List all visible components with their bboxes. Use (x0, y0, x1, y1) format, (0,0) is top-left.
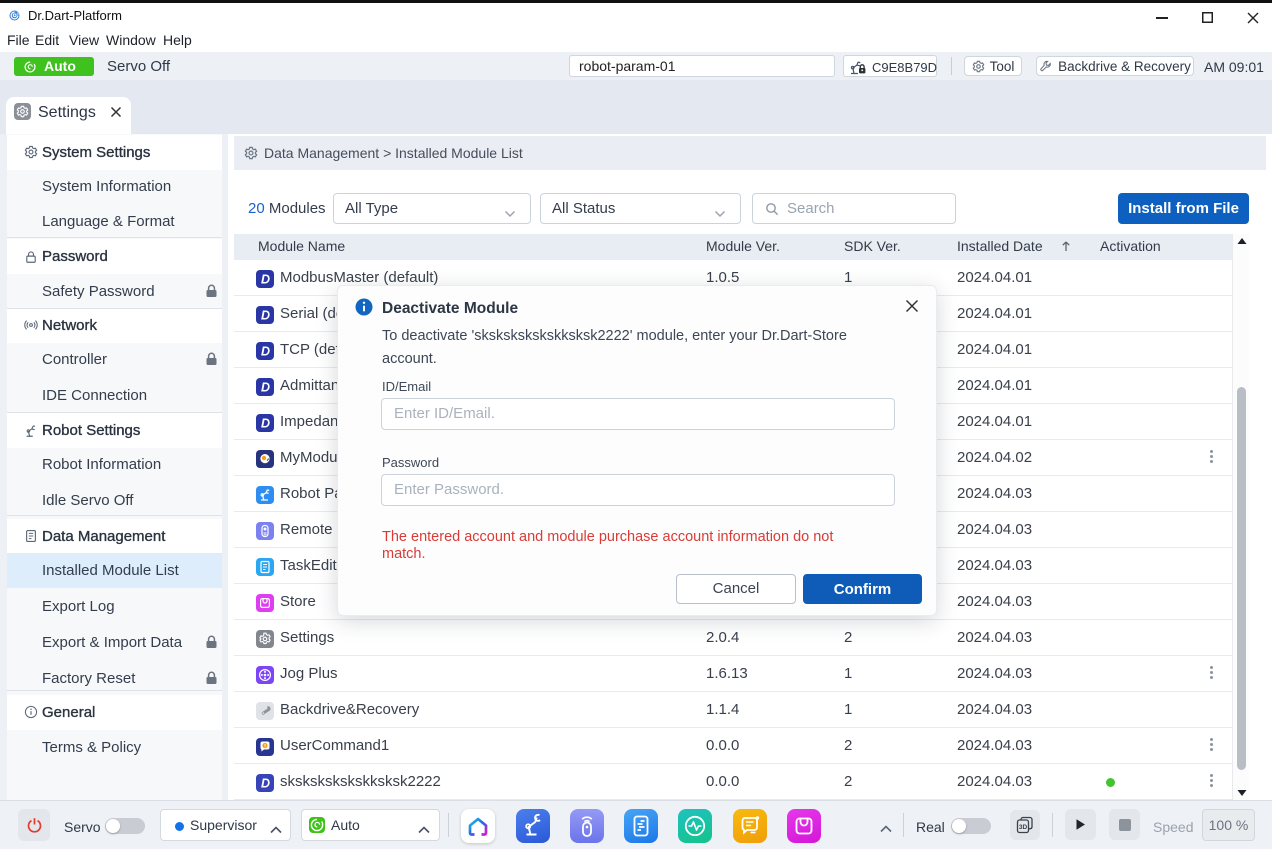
svg-text:D: D (261, 777, 270, 791)
svg-text:D: D (261, 345, 270, 359)
svg-text:3D: 3D (1019, 824, 1028, 831)
svg-text:D: D (261, 417, 270, 431)
svg-text:D: D (261, 309, 270, 323)
svg-text:D: D (261, 381, 270, 395)
svg-text:D: D (261, 273, 270, 287)
